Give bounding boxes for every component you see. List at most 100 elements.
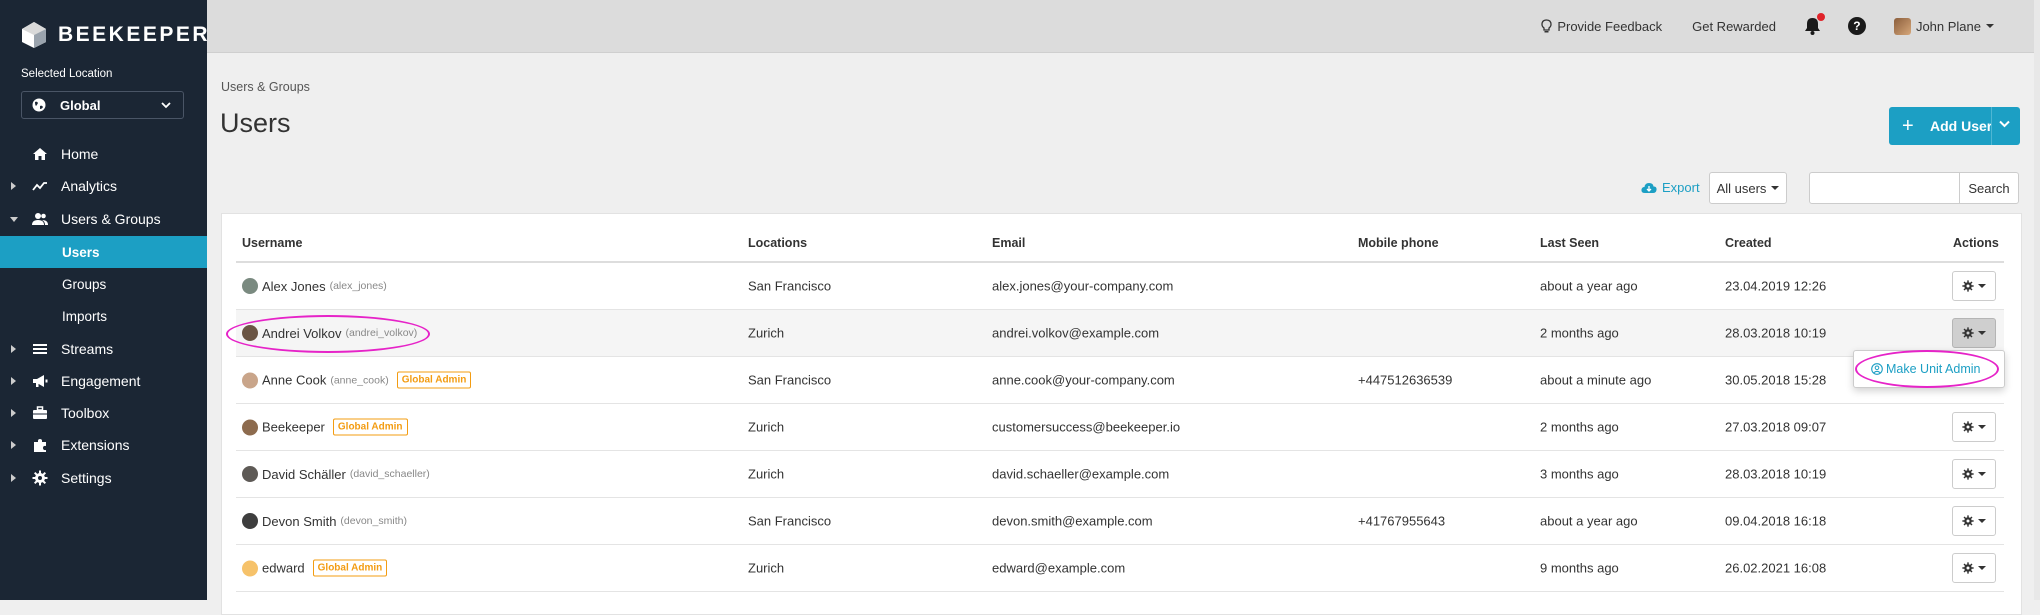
logo[interactable]: BEEKEEPER: [20, 21, 210, 49]
row-actions-button[interactable]: [1952, 506, 1996, 536]
user-name: edward: [262, 560, 305, 576]
avatar: [242, 419, 258, 435]
column-header-email[interactable]: Email: [992, 236, 1025, 250]
username-cell[interactable]: Anne Cook (anne_cook) Global Admin: [242, 371, 472, 389]
email-cell: alex.jones@your-company.com: [992, 278, 1174, 294]
top-bar: Provide Feedback Get Rewarded ? John Pla…: [207, 0, 2034, 53]
caret-right-icon: [11, 441, 16, 449]
username-cell[interactable]: Devon Smith (devon_smith): [242, 513, 407, 529]
caret-down-icon: [1978, 284, 1986, 288]
sidebar-subitem-imports[interactable]: Imports: [0, 300, 207, 332]
sidebar-item-settings[interactable]: Settings: [0, 463, 207, 493]
caret-right-icon: [11, 377, 16, 385]
sidebar-item-analytics[interactable]: Analytics: [0, 171, 207, 201]
avatar: [242, 278, 258, 294]
search-button[interactable]: Search: [1959, 172, 2019, 204]
column-header-locations[interactable]: Locations: [748, 236, 807, 250]
sidebar-subitem-groups[interactable]: Groups: [0, 268, 207, 300]
global-admin-badge: Global Admin: [312, 559, 388, 577]
email-cell: andrei.volkov@example.com: [992, 325, 1160, 341]
avatar: [242, 513, 258, 529]
email-cell: anne.cook@your-company.com: [992, 372, 1175, 388]
make-unit-admin-label: Make Unit Admin: [1886, 362, 1981, 376]
breadcrumb[interactable]: Users & Groups: [221, 80, 310, 94]
avatar: [242, 372, 258, 388]
table-row[interactable]: Devon Smith (devon_smith) San Francisco …: [236, 498, 2004, 545]
username-cell[interactable]: Alex Jones (alex_jones): [242, 278, 387, 294]
analytics-icon: [32, 182, 47, 191]
help-button[interactable]: ?: [1847, 17, 1866, 35]
sidebar-subitem-label: Imports: [62, 308, 108, 324]
help-icon: ?: [1847, 17, 1866, 35]
created-cell: 30.05.2018 15:28: [1725, 372, 1827, 388]
provide-feedback-link[interactable]: Provide Feedback: [1541, 19, 1662, 34]
created-cell: 28.03.2018 10:19: [1725, 325, 1827, 341]
caret-down-icon: [1771, 186, 1780, 190]
sidebar-item-extensions[interactable]: Extensions: [0, 430, 207, 460]
user-name: Anne Cook: [262, 372, 327, 388]
created-cell: 09.04.2018 16:18: [1725, 513, 1827, 529]
table-row[interactable]: Beekeeper Global Admin Zurich customersu…: [236, 404, 2004, 451]
created-cell: 26.02.2021 16:08: [1725, 560, 1827, 576]
column-header-username[interactable]: Username: [242, 236, 302, 250]
make-unit-admin-item[interactable]: Make Unit Admin: [1871, 362, 1980, 376]
sidebar-item-streams[interactable]: Streams: [0, 334, 207, 364]
chevron-down-icon[interactable]: [1999, 120, 2010, 128]
last-seen-cell: 2 months ago: [1540, 419, 1619, 435]
row-actions-button[interactable]: [1952, 271, 1996, 301]
divider: [1991, 107, 1992, 145]
caret-down-icon: [1978, 472, 1986, 476]
table-row[interactable]: Andrei Volkov (andrei_volkov) Zurich and…: [236, 310, 2004, 357]
avatar: [242, 560, 258, 576]
megaphone-icon: [33, 375, 48, 387]
username-cell[interactable]: edward Global Admin: [242, 559, 388, 577]
search-input[interactable]: [1809, 172, 1960, 204]
user-name: John Plane: [1915, 18, 1981, 34]
user-menu[interactable]: John Plane: [1893, 17, 1994, 35]
username-cell[interactable]: Andrei Volkov (andrei_volkov): [242, 325, 417, 341]
created-cell: 23.04.2019 12:26: [1725, 278, 1827, 294]
table-row[interactable]: Anne Cook (anne_cook) Global Admin San F…: [236, 357, 2004, 404]
location-value: Global: [60, 97, 101, 113]
column-header-mobile-phone[interactable]: Mobile phone: [1358, 236, 1439, 250]
sidebar-item-toolbox[interactable]: Toolbox: [0, 398, 207, 428]
caret-down-icon: [1986, 24, 1994, 28]
row-actions-button[interactable]: [1952, 412, 1996, 442]
phone-cell: +447512636539: [1358, 372, 1453, 388]
export-label: Export: [1662, 180, 1700, 195]
username-cell[interactable]: David Schäller (david_schaeller): [242, 466, 430, 482]
global-admin-badge: Global Admin: [396, 371, 472, 389]
caret-down-icon: [1978, 566, 1986, 570]
user-filter-dropdown[interactable]: All users: [1709, 172, 1787, 204]
notifications-button[interactable]: [1804, 13, 1825, 35]
location-select[interactable]: Global: [21, 91, 184, 119]
gear-icon: [1962, 468, 1974, 480]
sidebar-subitem-users[interactable]: Users: [0, 236, 207, 268]
column-header-created[interactable]: Created: [1725, 236, 1772, 250]
username-cell[interactable]: Beekeeper Global Admin: [242, 418, 408, 436]
sidebar-item-label: Engagement: [61, 373, 141, 389]
export-link[interactable]: Export: [1641, 180, 1700, 195]
sidebar-item-home[interactable]: Home: [0, 139, 207, 169]
sidebar-item-users-groups[interactable]: Users & Groups: [0, 204, 207, 234]
sidebar-item-label: Streams: [61, 341, 114, 357]
add-user-button[interactable]: + Add User: [1889, 107, 2020, 145]
table-row[interactable]: edward Global Admin Zurich edward@exampl…: [236, 545, 2004, 592]
row-actions-button[interactable]: [1952, 318, 1996, 348]
add-user-label: Add User: [1930, 118, 1993, 134]
table-row[interactable]: David Schäller (david_schaeller) Zurich …: [236, 451, 2004, 498]
get-rewarded-link[interactable]: Get Rewarded: [1692, 19, 1776, 34]
caret-down-icon: [1978, 425, 1986, 429]
puzzle-icon: [34, 439, 46, 452]
sidebar-item-engagement[interactable]: Engagement: [0, 366, 207, 396]
avatar: [242, 325, 258, 341]
last-seen-cell: 9 months ago: [1540, 560, 1619, 576]
location-cell: San Francisco: [748, 372, 832, 388]
table-row[interactable]: Alex Jones (alex_jones) San Francisco al…: [236, 263, 2004, 310]
column-header-actions: Actions: [1953, 236, 1999, 250]
row-actions-button[interactable]: [1952, 459, 1996, 489]
scrollbar[interactable]: [2034, 0, 2040, 600]
column-header-last-seen[interactable]: Last Seen: [1540, 236, 1599, 250]
provide-feedback-label: Provide Feedback: [1557, 18, 1663, 34]
row-actions-button[interactable]: [1952, 553, 1996, 583]
